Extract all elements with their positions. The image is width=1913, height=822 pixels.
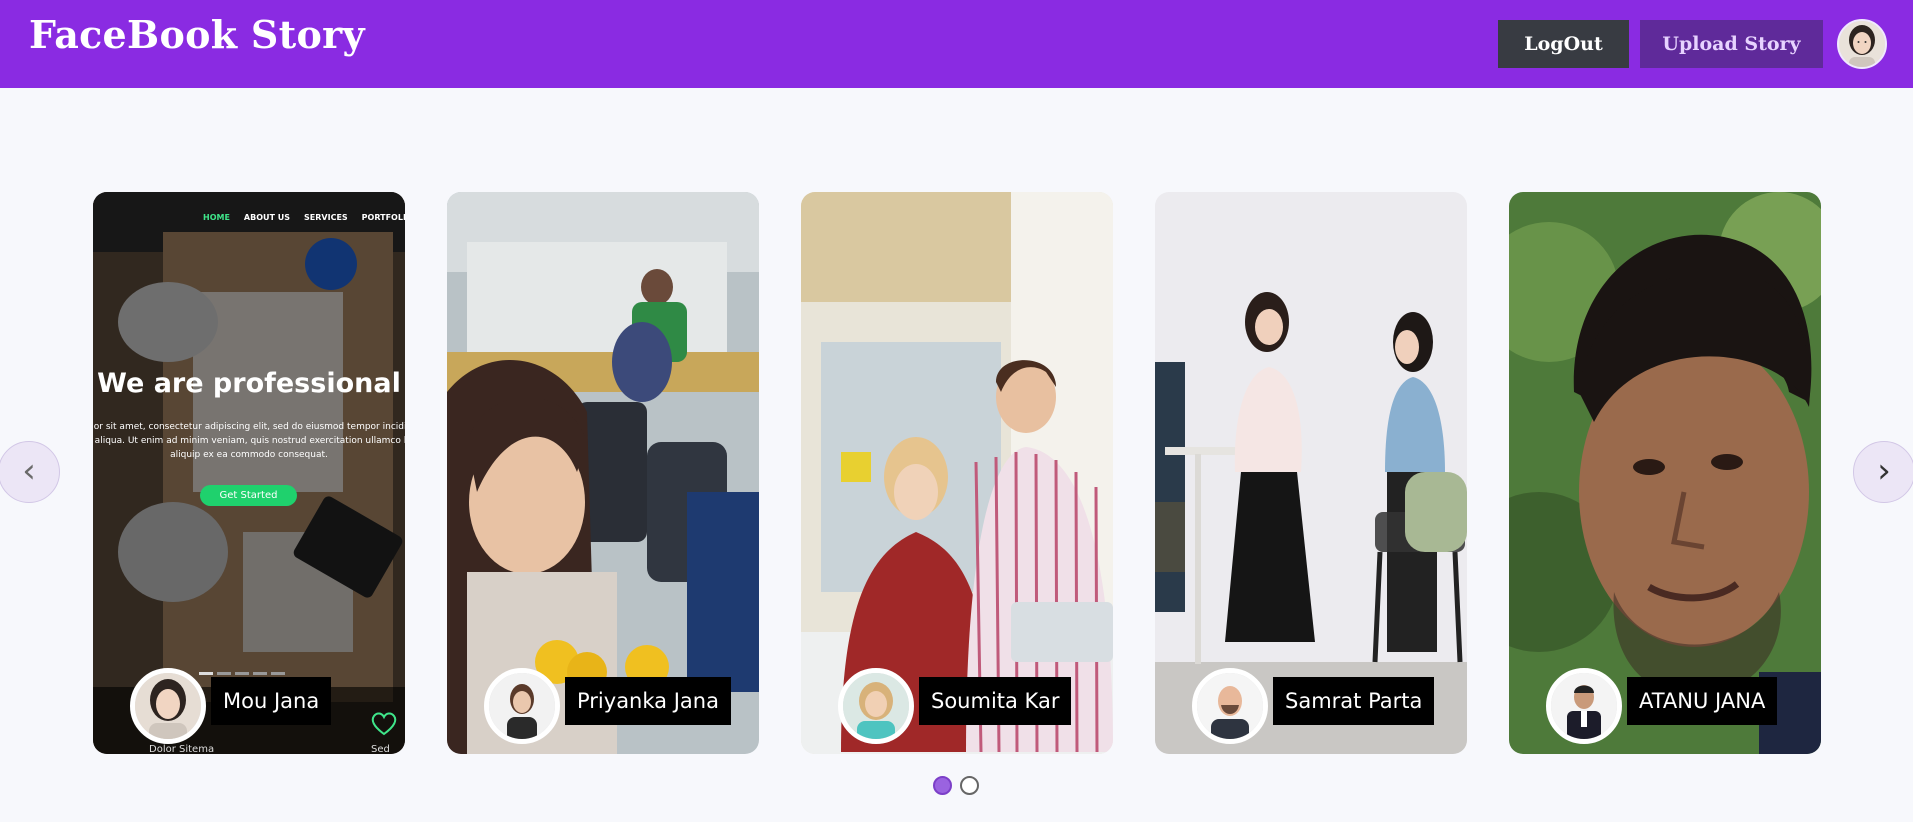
story-image-office-desk: [93, 192, 405, 754]
mock-site-headline: We are professional: [97, 368, 401, 399]
story-avatar: [1546, 668, 1622, 744]
story-image-coworkers: [801, 192, 1113, 754]
mock-site-cta: Get Started: [200, 485, 297, 506]
story-image-office-woman: [447, 192, 759, 754]
heart-icon: [371, 712, 397, 736]
story-card-3[interactable]: Soumita Kar: [801, 192, 1113, 754]
story-author-name: Samrat Parta: [1273, 677, 1435, 725]
story-author-name: Soumita Kar: [919, 677, 1072, 725]
story-author-name: Mou Jana: [211, 677, 332, 725]
mock-site-footer-text: Dolor Sitema: [149, 744, 215, 754]
upload-story-button[interactable]: Upload Story: [1640, 20, 1823, 68]
story-avatar: [838, 668, 914, 744]
user-avatar[interactable]: [1837, 19, 1887, 69]
story-card-1[interactable]: HOME ABOUT US SERVICES PORTFOLIO We are pro…: [93, 192, 405, 754]
story-image-standing-meeting: [1155, 192, 1467, 754]
story-author-name: Priyanka Jana: [565, 677, 731, 725]
story-avatar: [130, 668, 206, 744]
story-avatar: [1192, 668, 1268, 744]
story-card-2[interactable]: Priyanka Jana: [447, 192, 759, 754]
carousel-pagination: [933, 776, 979, 795]
story-card-4[interactable]: Samrat Parta: [1155, 192, 1467, 754]
top-navbar: FaceBook Story LogOut Upload Story: [0, 0, 1913, 88]
carousel-next-button[interactable]: ›: [1853, 441, 1913, 503]
story-image-portrait: [1509, 192, 1821, 754]
story-avatar: [484, 668, 560, 744]
story-author-name: ATANU JANA: [1627, 677, 1778, 725]
mock-nav-item: SERVICES: [304, 213, 348, 222]
mock-site-footer-text: Sed: [371, 744, 390, 754]
mock-nav-item: HOME: [203, 213, 230, 222]
mock-site-nav: HOME ABOUT US SERVICES PORTFOLIO: [203, 213, 405, 222]
brand-title[interactable]: FaceBook Story: [29, 12, 365, 57]
pagination-dot-2[interactable]: [960, 776, 979, 795]
story-card-5[interactable]: ATANU JANA: [1509, 192, 1821, 754]
mock-site-body: olor sit amet, consectetur adipiscing el…: [93, 422, 405, 460]
mock-nav-item: ABOUT US: [243, 213, 291, 222]
pagination-dot-1[interactable]: [933, 776, 952, 795]
logout-button[interactable]: LogOut: [1498, 20, 1629, 68]
carousel-prev-button[interactable]: ‹: [0, 441, 60, 503]
mock-nav-item: PORTFOLIO: [361, 213, 405, 222]
